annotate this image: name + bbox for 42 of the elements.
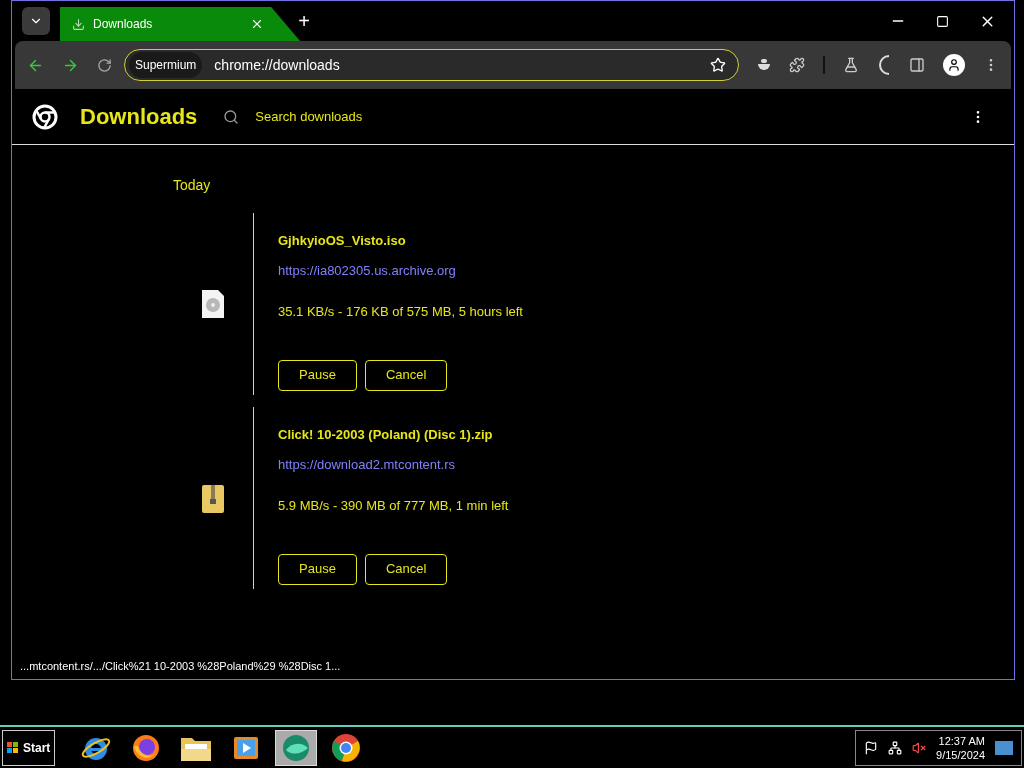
clock-time[interactable]: 12:37 AM [938,733,985,748]
search-field[interactable]: Search downloads [255,106,556,127]
flask-icon[interactable] [843,57,859,73]
chrome-logo-icon [32,103,58,130]
muted-speaker-icon[interactable] [912,740,927,755]
reload-icon[interactable] [97,57,112,73]
download-icon [72,17,85,31]
tab-search-button[interactable] [22,7,50,35]
file-name[interactable]: GjhkyioOS_Visto.iso [278,231,523,251]
extensions-icon[interactable] [789,57,805,73]
status-bar-text: ...mtcontent.rs/.../Click%21 10-2003 %28Poland%29 %28Disc 1... [20,658,342,674]
maximize-icon[interactable] [936,14,949,28]
clock-date[interactable]: 9/15/2024 [936,747,985,762]
zip-folder-icon [202,483,224,513]
close-tab-icon[interactable] [250,17,264,31]
cancel-button[interactable]: Cancel [364,359,448,391]
cancel-button[interactable]: Cancel [364,553,448,585]
progress-text: 35.1 KB/s - 176 KB of 575 MB, 5 hours left [278,303,523,321]
pause-button[interactable]: Pause [278,359,357,391]
address-bar[interactable]: Supermium chrome://downloads [124,49,739,81]
page-title: Downloads [80,103,198,131]
start-button[interactable]: Start [2,729,56,766]
file-name[interactable]: Click! 10-2003 (Poland) (Disc 1).zip [278,425,509,445]
pause-button[interactable]: Pause [278,553,357,585]
source-link[interactable]: https://download2.mtcontent.rs [278,454,509,474]
network-icon[interactable] [888,740,903,755]
section-heading: Today [173,176,212,195]
profile-avatar[interactable] [943,54,965,76]
flag-icon[interactable] [864,740,879,755]
disc-file-icon [202,290,224,318]
side-panel-icon[interactable] [909,57,925,73]
show-desktop-icon[interactable] [995,740,1013,755]
url-text: chrome://downloads [214,55,341,75]
windows-logo-icon [7,741,19,754]
crescent-icon[interactable] [877,55,891,75]
source-link[interactable]: https://ia802305.us.archive.org [278,260,523,280]
site-chip[interactable]: Supermium [129,52,203,78]
bowl-icon[interactable] [757,58,771,72]
bookmark-star-icon[interactable] [710,57,726,73]
search-icon [223,108,240,125]
browser-tab[interactable]: Downloads [60,7,300,41]
progress-text: 5.9 MB/s - 390 MB of 777 MB, 1 min left [278,497,509,515]
